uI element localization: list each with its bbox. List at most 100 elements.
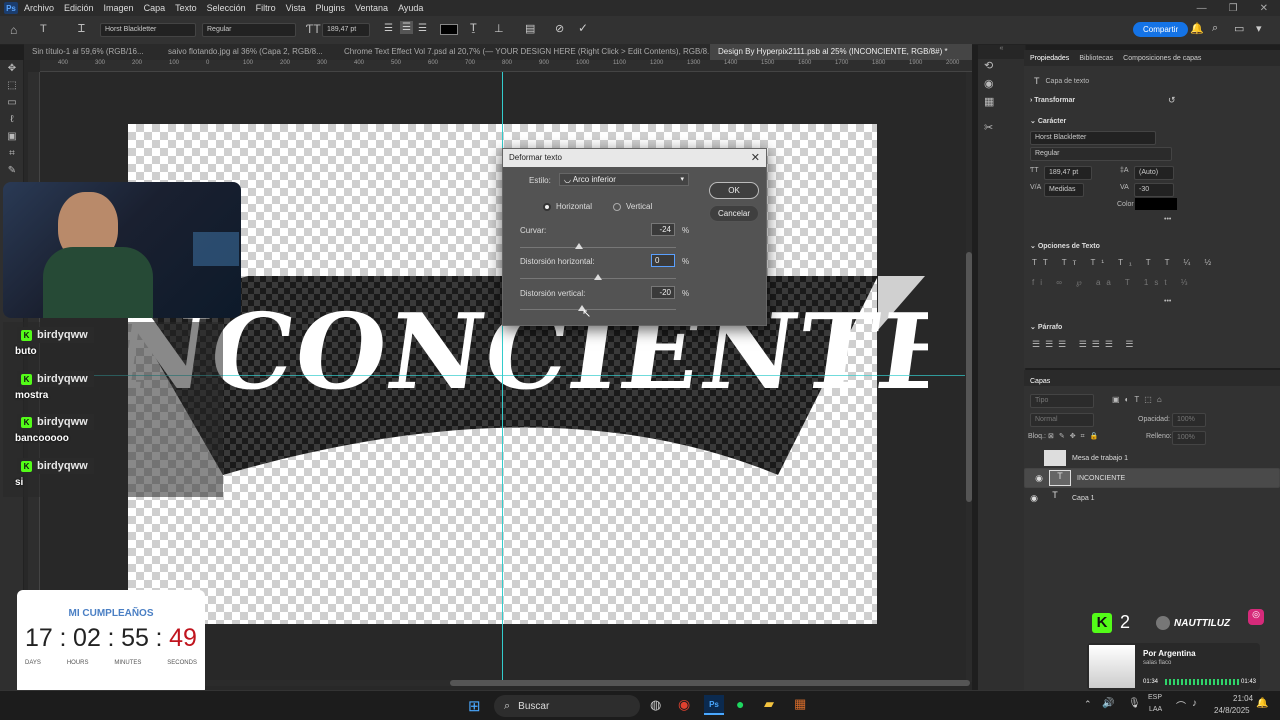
more-options-icon[interactable]: •••: [1164, 216, 1171, 223]
maximize-button[interactable]: ❐: [1229, 3, 1238, 14]
radio-vertical[interactable]: Vertical: [613, 202, 652, 211]
text-color-swatch[interactable]: [440, 24, 458, 35]
tools-icon[interactable]: ✂: [984, 121, 993, 134]
style-select[interactable]: ◡ Arco inferior ▾: [559, 173, 689, 186]
language-top[interactable]: ESP: [1148, 694, 1162, 701]
font-family-select[interactable]: Horst Blackletter: [100, 23, 196, 37]
cancel-edit-icon[interactable]: ⊘: [555, 22, 564, 35]
menu-edicion[interactable]: Edición: [64, 3, 94, 13]
more-text-options-icon[interactable]: •••: [1164, 298, 1171, 305]
tracking-select[interactable]: -30: [1134, 183, 1174, 197]
align-center-icon[interactable]: ☰: [400, 21, 413, 34]
layer-row[interactable]: ◉ T Capa 1: [1024, 488, 1280, 508]
winrar-icon[interactable]: ▦: [794, 696, 806, 712]
notifications-icon[interactable]: 🔔: [1190, 22, 1204, 35]
paragraph-section[interactable]: ⌄ Párrafo: [1030, 323, 1062, 331]
history-icon[interactable]: ⟲: [984, 59, 993, 72]
search-icon[interactable]: ⌕: [1212, 22, 1218, 35]
tab-sin-titulo[interactable]: Sin título-1 al 59,6% (RGB/16...: [24, 44, 160, 60]
close-icon[interactable]: ✕: [751, 151, 760, 164]
menu-ventana[interactable]: Ventana: [355, 3, 388, 13]
ok-button[interactable]: OK: [709, 182, 759, 199]
crop-tool-icon[interactable]: ⌗: [0, 145, 24, 162]
photoshop-taskbar-icon[interactable]: Ps: [704, 695, 724, 715]
commit-edit-icon[interactable]: ✓: [578, 21, 588, 35]
character-section[interactable]: ⌄ Carácter: [1030, 117, 1066, 125]
layer-search-input[interactable]: Tipo: [1030, 394, 1094, 408]
tab-design-hyperpix[interactable]: Design By Hyperpix2111.psb al 25% (INCON…: [710, 44, 972, 60]
layer-row[interactable]: Mesa de trabajo 1: [1024, 448, 1280, 468]
font-size-select[interactable]: 189,47 pt: [322, 23, 370, 37]
menu-filtro[interactable]: Filtro: [256, 3, 276, 13]
mic-icon[interactable]: 🎙: [1128, 698, 1141, 709]
cancel-button[interactable]: Cancelar: [709, 205, 759, 222]
eye-icon[interactable]: ◉: [1029, 473, 1049, 484]
prop-font-style-select[interactable]: Regular: [1030, 147, 1172, 161]
dialog-titlebar[interactable]: Deformar texto ✕: [503, 149, 766, 167]
move-tool-icon[interactable]: ✥: [0, 60, 24, 77]
warp-text-icon[interactable]: Ṯ: [470, 22, 477, 34]
tab-layer-comps[interactable]: Composiciones de capas: [1123, 55, 1201, 62]
spotify-icon[interactable]: ●: [736, 696, 744, 712]
horizontal-distortion-slider-thumb[interactable]: [594, 274, 602, 280]
clock-time[interactable]: 21:04: [1233, 694, 1253, 703]
object-select-tool-icon[interactable]: ▣: [0, 128, 24, 145]
speaker-icon[interactable]: ♪: [1192, 698, 1197, 709]
layer-filter-icons[interactable]: ▣◐T⬚⌂: [1112, 395, 1167, 404]
workspace-menu-icon[interactable]: ▾: [1256, 22, 1262, 35]
bend-input[interactable]: -24: [651, 223, 675, 236]
text-options-section[interactable]: ⌄ Opciones de Texto: [1030, 242, 1100, 250]
minimize-button[interactable]: —: [1197, 3, 1207, 14]
marquee-tool-icon[interactable]: ▭: [0, 94, 24, 111]
layer-row-selected[interactable]: ◉ T INCONCIENTE: [1024, 468, 1280, 488]
tray-chevron-icon[interactable]: ⌃: [1084, 699, 1092, 710]
wifi-icon[interactable]: ⌒: [1176, 698, 1186, 713]
file-explorer-icon[interactable]: ▰: [764, 696, 774, 712]
vertical-distortion-slider[interactable]: [520, 309, 676, 310]
transform-section[interactable]: › Transformar: [1030, 97, 1075, 104]
text-style-buttons[interactable]: TT Tт T¹ T₁ T T ¼ ½: [1032, 258, 1217, 267]
bend-slider[interactable]: [520, 247, 676, 248]
menu-archivo[interactable]: Archivo: [24, 3, 54, 13]
prop-color-swatch[interactable]: [1135, 198, 1177, 210]
ruler-horizontal[interactable]: 400 300 200 100 0 100 200 300 400 500 600 700 800 900…: [40, 60, 972, 72]
eyedropper-tool-icon[interactable]: ✎: [0, 162, 24, 179]
artboard-tool-icon[interactable]: ⬚: [0, 77, 24, 94]
clock-date[interactable]: 24/8/2025: [1214, 706, 1250, 715]
type-tool-icon[interactable]: T: [40, 23, 47, 35]
blend-mode-select[interactable]: Normal: [1030, 413, 1094, 427]
menu-capa[interactable]: Capa: [144, 3, 166, 13]
fill-input[interactable]: 100%: [1172, 431, 1206, 445]
menu-vista[interactable]: Vista: [286, 3, 306, 13]
menu-ayuda[interactable]: Ayuda: [398, 3, 423, 13]
notification-bell-icon[interactable]: 🔔: [1256, 698, 1268, 709]
bend-slider-thumb[interactable]: [575, 243, 584, 249]
text-orientation-icon[interactable]: Ꮖ: [78, 23, 85, 36]
eye-icon[interactable]: ◉: [1024, 493, 1044, 504]
opacity-input[interactable]: 100%: [1172, 413, 1206, 427]
tab-libraries[interactable]: Bibliotecas: [1079, 55, 1113, 62]
chrome-icon[interactable]: ◉: [678, 696, 690, 713]
share-button[interactable]: Compartir: [1133, 22, 1189, 37]
adjustments-icon[interactable]: ◉: [984, 77, 994, 90]
home-icon[interactable]: ⌂: [10, 23, 17, 37]
kerning-select[interactable]: Medidas: [1044, 183, 1084, 197]
reset-transform-icon[interactable]: ↺: [1168, 95, 1176, 106]
menu-plugins[interactable]: Plugins: [316, 3, 346, 13]
paragraph-align-buttons[interactable]: ☰☰☰ ☰☰☰ ☰: [1032, 339, 1138, 350]
collapse-panels-icon[interactable]: «: [978, 45, 1025, 59]
tab-chrome-text-effect[interactable]: Chrome Text Effect Vol 7.psd al 20,7% (—…: [336, 44, 710, 60]
windows-start-icon[interactable]: ⊞: [468, 697, 481, 715]
close-window-button[interactable]: ✕: [1260, 3, 1268, 14]
opentype-buttons[interactable]: fi ∞ ℘ aa T 1st ⅓: [1032, 278, 1193, 287]
horizontal-distortion-input[interactable]: 0: [651, 254, 675, 267]
align-right-icon[interactable]: ☰: [418, 23, 427, 34]
tab-properties[interactable]: Propiedades: [1030, 55, 1069, 62]
volume-icon[interactable]: 🔊: [1102, 698, 1114, 709]
lock-icons[interactable]: ⊠✎✥⌗🔒: [1048, 432, 1103, 441]
prop-font-size-select[interactable]: 189,47 pt: [1044, 166, 1092, 180]
3d-icon[interactable]: ⊥: [494, 22, 504, 35]
workspace-icon[interactable]: ▭: [1234, 22, 1244, 35]
leading-select[interactable]: (Auto): [1134, 166, 1174, 180]
prop-font-family-select[interactable]: Horst Blackletter: [1030, 131, 1156, 145]
